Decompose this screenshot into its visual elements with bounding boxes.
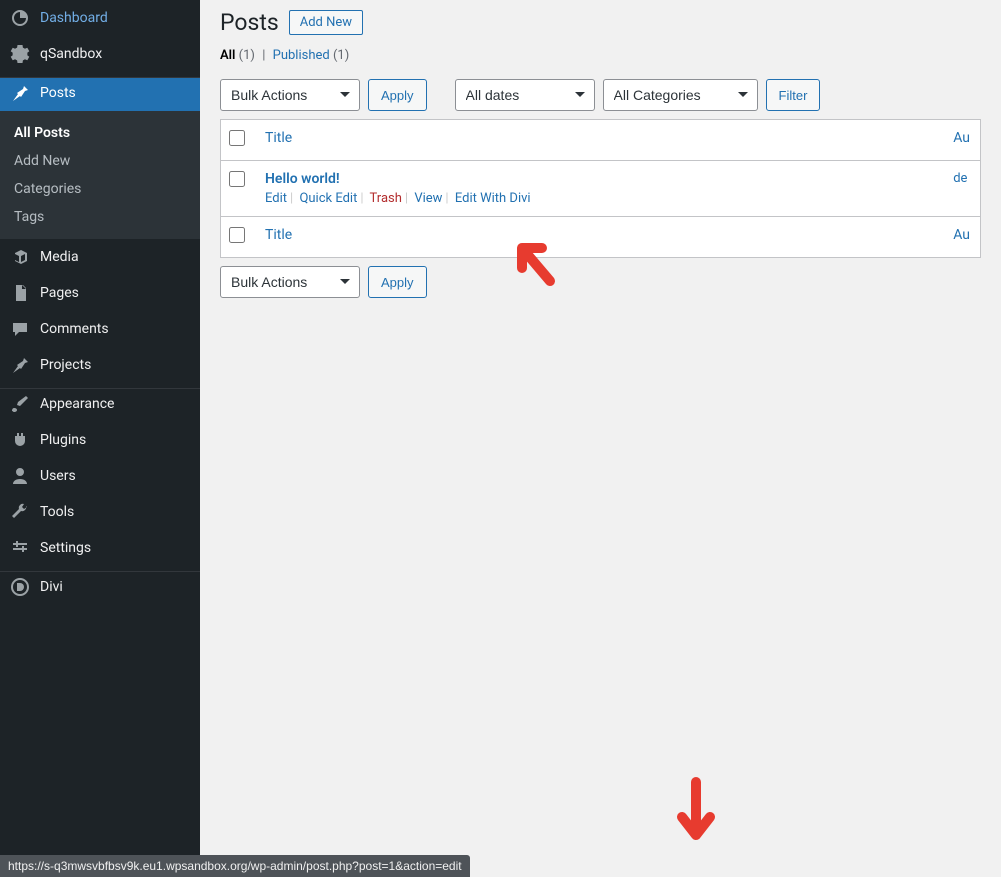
select-all-bottom[interactable] bbox=[229, 227, 245, 243]
tablenav-top: Bulk Actions Apply All dates All Categor… bbox=[220, 71, 981, 119]
brush-icon bbox=[10, 394, 30, 414]
sidebar-label: Plugins bbox=[40, 432, 86, 448]
sidebar-item-settings[interactable]: Settings bbox=[0, 530, 200, 566]
sliders-icon bbox=[10, 538, 30, 558]
plug-icon bbox=[10, 430, 30, 450]
table-row: Hello world! Edit| Quick Edit| Trash| Vi… bbox=[221, 161, 981, 217]
sidebar-label: Appearance bbox=[40, 396, 114, 412]
sidebar-item-media[interactable]: Media bbox=[0, 239, 200, 275]
row-checkbox[interactable] bbox=[229, 171, 245, 187]
divi-icon bbox=[10, 577, 30, 597]
apply-button-top[interactable]: Apply bbox=[368, 79, 427, 111]
media-icon bbox=[10, 247, 30, 267]
filter-all[interactable]: All bbox=[220, 48, 235, 63]
filter-all-count: (1) bbox=[239, 48, 255, 63]
page-header: Posts Add New bbox=[220, 0, 981, 40]
sidebar-item-tools[interactable]: Tools bbox=[0, 494, 200, 530]
sidebar-item-dashboard[interactable]: Dashboard bbox=[0, 0, 200, 36]
action-edit[interactable]: Edit bbox=[265, 191, 287, 206]
main-content: Posts Add New All (1) | Published (1) Bu… bbox=[200, 0, 1001, 877]
col-title-header[interactable]: Title bbox=[255, 120, 943, 161]
add-new-button[interactable]: Add New bbox=[289, 10, 363, 35]
select-all-header bbox=[221, 120, 256, 161]
admin-sidebar: Dashboard qSandbox Posts All Posts Add N… bbox=[0, 0, 200, 877]
sidebar-item-pages[interactable]: Pages bbox=[0, 275, 200, 311]
categories-select[interactable]: All Categories bbox=[603, 79, 758, 111]
sidebar-item-comments[interactable]: Comments bbox=[0, 311, 200, 347]
sidebar-item-divi[interactable]: Divi bbox=[0, 571, 200, 605]
action-edit-divi[interactable]: Edit With Divi bbox=[455, 191, 531, 206]
row-actions: Edit| Quick Edit| Trash| View| Edit With… bbox=[265, 187, 933, 206]
action-trash[interactable]: Trash bbox=[370, 191, 402, 206]
sidebar-label: Posts bbox=[40, 85, 76, 101]
sidebar-label: Projects bbox=[40, 357, 91, 373]
apply-button-bottom[interactable]: Apply bbox=[368, 266, 427, 298]
sidebar-item-users[interactable]: Users bbox=[0, 458, 200, 494]
sidebar-label: Dashboard bbox=[40, 10, 108, 26]
submenu-item-add-new[interactable]: Add New bbox=[0, 147, 200, 175]
row-author[interactable]: de bbox=[943, 161, 980, 217]
user-icon bbox=[10, 466, 30, 486]
sidebar-item-qsandbox[interactable]: qSandbox bbox=[0, 36, 200, 72]
pages-icon bbox=[10, 283, 30, 303]
sidebar-label: Users bbox=[40, 468, 76, 484]
wrench-icon bbox=[10, 502, 30, 522]
submenu-item-all-posts[interactable]: All Posts bbox=[0, 119, 200, 147]
col-author-footer[interactable]: Au bbox=[943, 217, 980, 258]
gear-icon bbox=[10, 44, 30, 64]
col-title-footer[interactable]: Title bbox=[255, 217, 943, 258]
dashboard-icon bbox=[10, 8, 30, 28]
page-title: Posts bbox=[220, 9, 279, 36]
dates-select[interactable]: All dates bbox=[455, 79, 595, 111]
status-bar-url: https://s-q3mwsvbfbsv9k.eu1.wpsandbox.or… bbox=[0, 855, 470, 877]
submenu-item-tags[interactable]: Tags bbox=[0, 203, 200, 231]
sidebar-label: Comments bbox=[40, 321, 109, 337]
filter-published-count: (1) bbox=[333, 48, 349, 63]
sidebar-label: qSandbox bbox=[40, 46, 102, 62]
sidebar-label: Media bbox=[40, 249, 79, 265]
sidebar-submenu-posts: All Posts Add New Categories Tags bbox=[0, 111, 200, 239]
sidebar-item-plugins[interactable]: Plugins bbox=[0, 422, 200, 458]
col-author-header[interactable]: Au bbox=[943, 120, 980, 161]
bulk-actions-select-bottom[interactable]: Bulk Actions bbox=[220, 266, 360, 298]
submenu-item-categories[interactable]: Categories bbox=[0, 175, 200, 203]
select-all-top[interactable] bbox=[229, 130, 245, 146]
action-view[interactable]: View bbox=[414, 191, 442, 206]
annotation-arrow-2 bbox=[676, 777, 716, 847]
sidebar-item-posts[interactable]: Posts bbox=[0, 77, 200, 111]
sidebar-label: Divi bbox=[40, 579, 63, 595]
comments-icon bbox=[10, 319, 30, 339]
sidebar-label: Settings bbox=[40, 540, 91, 556]
sidebar-item-appearance[interactable]: Appearance bbox=[0, 388, 200, 422]
sidebar-item-projects[interactable]: Projects bbox=[0, 347, 200, 383]
pin-icon bbox=[10, 83, 30, 103]
pin-icon bbox=[10, 355, 30, 375]
sidebar-label: Tools bbox=[40, 504, 74, 520]
sidebar-label: Pages bbox=[40, 285, 79, 301]
bulk-actions-select-top[interactable]: Bulk Actions bbox=[220, 79, 360, 111]
filter-button[interactable]: Filter bbox=[766, 79, 821, 111]
action-quick-edit[interactable]: Quick Edit bbox=[299, 191, 357, 206]
filter-published[interactable]: Published bbox=[273, 48, 330, 63]
post-title-link[interactable]: Hello world! bbox=[265, 171, 340, 187]
posts-table: Title Au Hello world! Edit| Quick Edit| … bbox=[220, 119, 981, 258]
view-filters: All (1) | Published (1) bbox=[220, 48, 981, 63]
tablenav-bottom: Bulk Actions Apply bbox=[220, 258, 981, 306]
